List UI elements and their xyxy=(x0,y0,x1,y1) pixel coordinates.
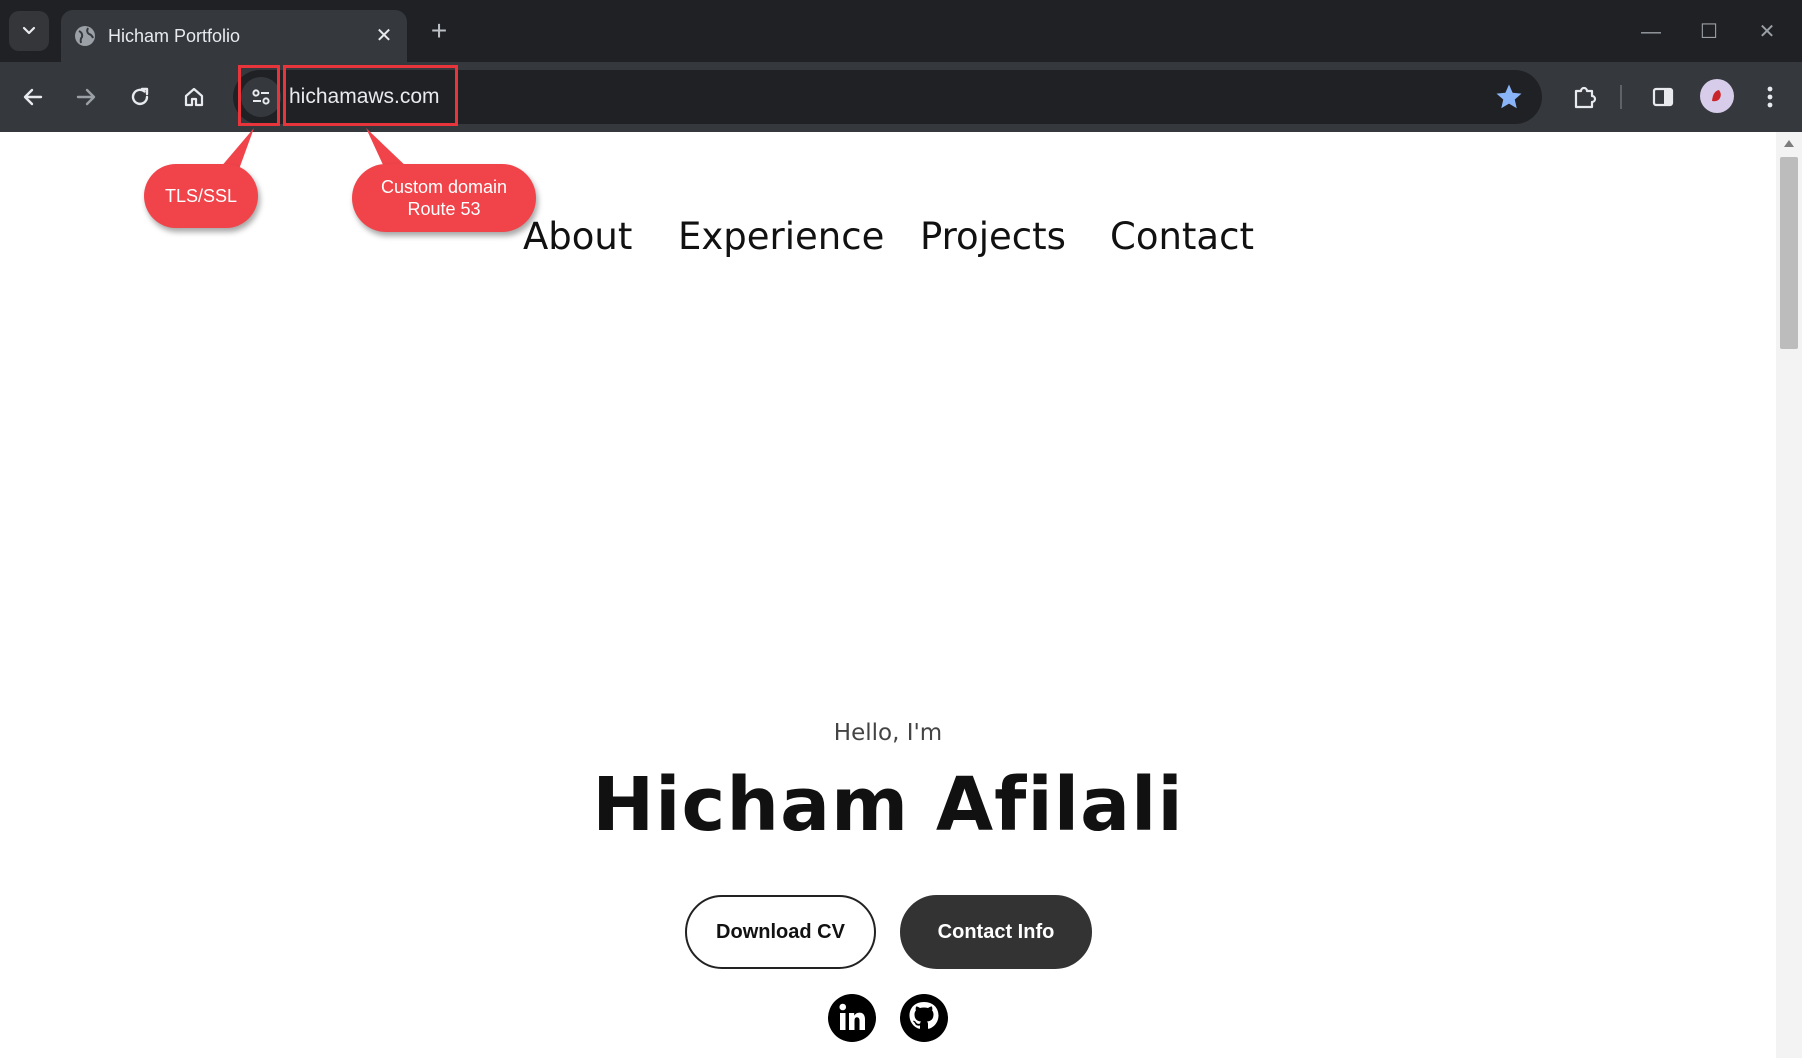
tab-search-button[interactable] xyxy=(9,11,49,51)
github-icon[interactable] xyxy=(900,994,948,1042)
toolbar-divider xyxy=(1620,85,1622,109)
forward-button[interactable] xyxy=(66,77,106,117)
profile-icon xyxy=(1712,90,1721,102)
nav-about[interactable]: About xyxy=(523,215,632,259)
linkedin-icon[interactable] xyxy=(828,994,876,1042)
reload-icon xyxy=(131,87,149,106)
side-panel-icon xyxy=(1652,87,1674,107)
web-page xyxy=(0,132,1776,1058)
puzzle-icon xyxy=(1574,86,1597,109)
reload-button[interactable] xyxy=(120,77,160,117)
domain-callout-line1: Custom domain xyxy=(380,177,508,197)
active-tab[interactable]: Hicham Portfolio ✕ xyxy=(61,10,407,62)
tls-callout-label: TLS/SSL xyxy=(164,186,238,206)
extensions-button[interactable] xyxy=(1565,77,1605,117)
browser-menu-button[interactable] xyxy=(1750,77,1790,117)
back-button[interactable] xyxy=(13,77,53,117)
download-cv-button[interactable]: Download CV xyxy=(685,895,876,969)
minimize-button[interactable]: — xyxy=(1622,12,1680,52)
contact-info-button[interactable]: Contact Info xyxy=(900,895,1092,969)
hero-greeting: Hello, I'm xyxy=(833,720,943,746)
nav-experience[interactable]: Experience xyxy=(678,215,884,259)
highlight-site-info xyxy=(238,65,280,126)
scrollbar-thumb[interactable] xyxy=(1780,157,1798,349)
vertical-scrollbar[interactable] xyxy=(1776,132,1802,1058)
avatar[interactable] xyxy=(1700,79,1734,113)
tab-strip: Hicham Portfolio ✕ + — ☐ ✕ xyxy=(0,0,1802,62)
nav-projects[interactable]: Projects xyxy=(920,215,1066,259)
globe-icon xyxy=(75,26,95,46)
new-tab-button[interactable]: + xyxy=(423,15,455,47)
close-tab-icon[interactable]: ✕ xyxy=(371,23,397,49)
hero-name: Hicham Afilali xyxy=(592,762,1184,848)
home-button[interactable] xyxy=(174,77,214,117)
star-icon[interactable] xyxy=(1494,82,1524,112)
tab-title: Hicham Portfolio xyxy=(108,26,241,46)
arrow-left-icon xyxy=(23,88,43,106)
custom-domain-callout: Custom domain Route 53 xyxy=(352,164,536,232)
maximize-button[interactable]: ☐ xyxy=(1680,12,1738,52)
chevron-down-icon xyxy=(22,26,36,35)
scroll-up-arrow-icon[interactable] xyxy=(1784,140,1794,147)
nav-contact[interactable]: Contact xyxy=(1110,215,1254,259)
arrow-right-icon xyxy=(76,88,96,106)
highlight-url xyxy=(283,65,458,126)
home-icon xyxy=(184,87,204,107)
kebab-menu-icon xyxy=(1767,86,1773,108)
close-window-button[interactable]: ✕ xyxy=(1738,12,1796,52)
side-panel-button[interactable] xyxy=(1643,77,1683,117)
tls-callout: TLS/SSL xyxy=(144,164,258,228)
domain-callout-line2: Route 53 xyxy=(407,199,481,219)
